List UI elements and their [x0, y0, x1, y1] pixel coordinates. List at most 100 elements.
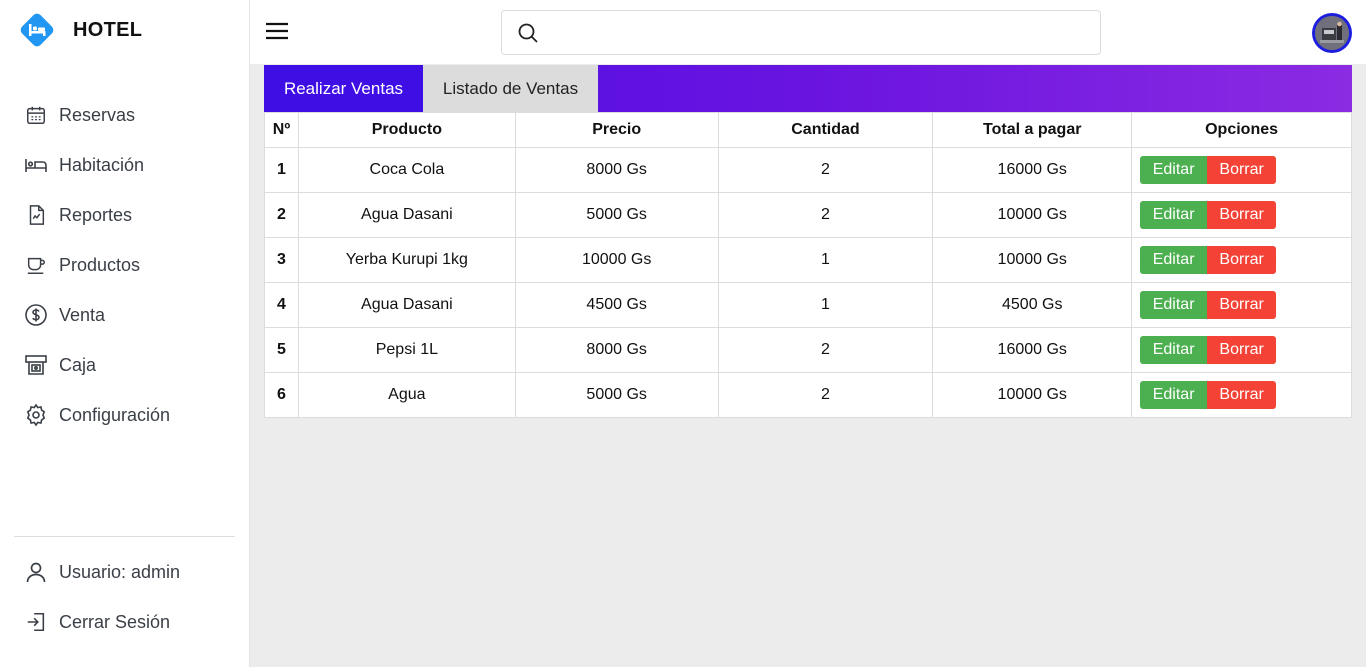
edit-button[interactable]: Editar: [1140, 381, 1208, 409]
table-row: 2 Agua Dasani 5000 Gs 2 10000 Gs Editar B…: [264, 192, 1352, 238]
search-icon: [516, 21, 540, 45]
cell-opciones: Editar Borrar: [1131, 147, 1352, 193]
table-row: 1 Coca Cola 8000 Gs 2 16000 Gs Editar Bor…: [264, 147, 1352, 193]
sidebar-item-label: Configuración: [59, 404, 171, 425]
edit-button[interactable]: Editar: [1140, 156, 1208, 184]
cell-total: 4500 Gs: [932, 282, 1133, 328]
tab-realizar-ventas[interactable]: Realizar Ventas: [264, 65, 423, 112]
table-row: 6 Agua 5000 Gs 2 10000 Gs Editar Borrar: [264, 372, 1352, 418]
sidebar-item-habitacion[interactable]: Habitación: [24, 152, 144, 178]
brand[interactable]: HOTEL: [18, 12, 142, 48]
cell-total: 10000 Gs: [932, 192, 1133, 238]
column-header: Precio: [514, 112, 719, 148]
sidebar-item-productos[interactable]: Productos: [24, 252, 140, 278]
edit-button[interactable]: Editar: [1140, 246, 1208, 274]
sidebar-item-label: Venta: [59, 304, 106, 325]
sidebar-item-label: Habitación: [59, 154, 145, 175]
delete-button[interactable]: Borrar: [1207, 201, 1277, 229]
delete-button[interactable]: Borrar: [1207, 381, 1277, 409]
table-row: 4 Agua Dasani 4500 Gs 1 4500 Gs Editar Bo…: [264, 282, 1352, 328]
brand-name: HOTEL: [73, 18, 143, 41]
sidebar-item-caja[interactable]: Caja: [24, 352, 96, 378]
column-header: Cantidad: [717, 112, 934, 148]
cell-opciones: Editar Borrar: [1131, 327, 1352, 373]
cell-producto: Yerba Kurupi 1kg: [297, 237, 516, 283]
sales-table: Nº Producto Precio Cantidad Total a paga…: [264, 112, 1352, 418]
sidebar-item-reservas[interactable]: Reservas: [24, 102, 135, 128]
cell-cantidad: 2: [717, 327, 934, 373]
tab-bar: Realizar Ventas Listado de Ventas: [264, 65, 1352, 112]
cell-opciones: Editar Borrar: [1131, 282, 1352, 328]
cell-total: 10000 Gs: [932, 237, 1133, 283]
bed-icon: [24, 153, 48, 177]
sidebar-item-configuracion[interactable]: Configuración: [24, 402, 170, 428]
column-header: Total a pagar: [932, 112, 1133, 148]
sidebar-item-label: Caja: [59, 354, 97, 375]
column-header: Producto: [297, 112, 516, 148]
sidebar-item-label: Usuario: admin: [59, 561, 181, 582]
delete-button[interactable]: Borrar: [1207, 336, 1277, 364]
cell-number: 6: [264, 372, 299, 418]
cell-precio: 8000 Gs: [514, 147, 719, 193]
column-header: Nº: [264, 112, 299, 148]
sidebar-item-usuario[interactable]: Usuario: admin: [24, 559, 180, 585]
cell-producto: Coca Cola: [297, 147, 516, 193]
gear-icon: [24, 403, 48, 427]
cell-number: 1: [264, 147, 299, 193]
avatar[interactable]: [1312, 13, 1352, 53]
report-icon: [24, 203, 48, 227]
column-header: Opciones: [1131, 112, 1352, 148]
cell-number: 3: [264, 237, 299, 283]
sidebar: HOTEL Reservas Habitación Reportes Produ…: [0, 0, 250, 667]
cell-producto: Agua: [297, 372, 516, 418]
cell-number: 5: [264, 327, 299, 373]
search-input[interactable]: [548, 12, 1100, 53]
sidebar-item-label: Productos: [59, 254, 141, 275]
cell-precio: 10000 Gs: [514, 237, 719, 283]
delete-button[interactable]: Borrar: [1207, 246, 1277, 274]
hotel-logo-icon: [20, 13, 54, 47]
cell-precio: 4500 Gs: [514, 282, 719, 328]
cell-cantidad: 2: [717, 192, 934, 238]
table-row: 5 Pepsi 1L 8000 Gs 2 16000 Gs Editar Borr…: [264, 327, 1352, 373]
cell-precio: 8000 Gs: [514, 327, 719, 373]
top-bar: [250, 0, 1366, 64]
dollar-icon: [24, 303, 48, 327]
cell-opciones: Editar Borrar: [1131, 192, 1352, 238]
edit-button[interactable]: Editar: [1140, 336, 1208, 364]
sidebar-item-label: Reportes: [59, 204, 133, 225]
search-box[interactable]: [501, 10, 1101, 55]
sidebar-item-label: Reservas: [59, 104, 136, 125]
edit-button[interactable]: Editar: [1140, 291, 1208, 319]
logout-icon: [24, 610, 48, 634]
cell-number: 4: [264, 282, 299, 328]
hamburger-icon: [266, 22, 288, 40]
menu-toggle-button[interactable]: [264, 20, 290, 42]
cell-cantidad: 2: [717, 147, 934, 193]
sidebar-item-cerrar-sesion[interactable]: Cerrar Sesión: [24, 609, 170, 635]
sidebar-item-venta[interactable]: Venta: [24, 302, 105, 328]
user-icon: [24, 560, 48, 584]
cell-number: 2: [264, 192, 299, 238]
cell-total: 10000 Gs: [932, 372, 1133, 418]
cash-register-icon: [24, 353, 48, 377]
delete-button[interactable]: Borrar: [1207, 291, 1277, 319]
cell-precio: 5000 Gs: [514, 192, 719, 238]
cell-opciones: Editar Borrar: [1131, 372, 1352, 418]
tab-listado-de-ventas[interactable]: Listado de Ventas: [423, 65, 598, 112]
delete-button[interactable]: Borrar: [1207, 156, 1277, 184]
cell-total: 16000 Gs: [932, 147, 1133, 193]
sidebar-item-reportes[interactable]: Reportes: [24, 202, 132, 228]
cell-producto: Agua Dasani: [297, 192, 516, 238]
cup-icon: [24, 253, 48, 277]
cell-cantidad: 2: [717, 372, 934, 418]
cell-precio: 5000 Gs: [514, 372, 719, 418]
edit-button[interactable]: Editar: [1140, 201, 1208, 229]
cell-cantidad: 1: [717, 237, 934, 283]
sidebar-divider: [14, 536, 235, 537]
avatar-image: [1315, 16, 1349, 50]
cell-opciones: Editar Borrar: [1131, 237, 1352, 283]
table-row: 3 Yerba Kurupi 1kg 10000 Gs 1 10000 Gs E…: [264, 237, 1352, 283]
cell-producto: Agua Dasani: [297, 282, 516, 328]
sidebar-item-label: Cerrar Sesión: [59, 611, 171, 632]
